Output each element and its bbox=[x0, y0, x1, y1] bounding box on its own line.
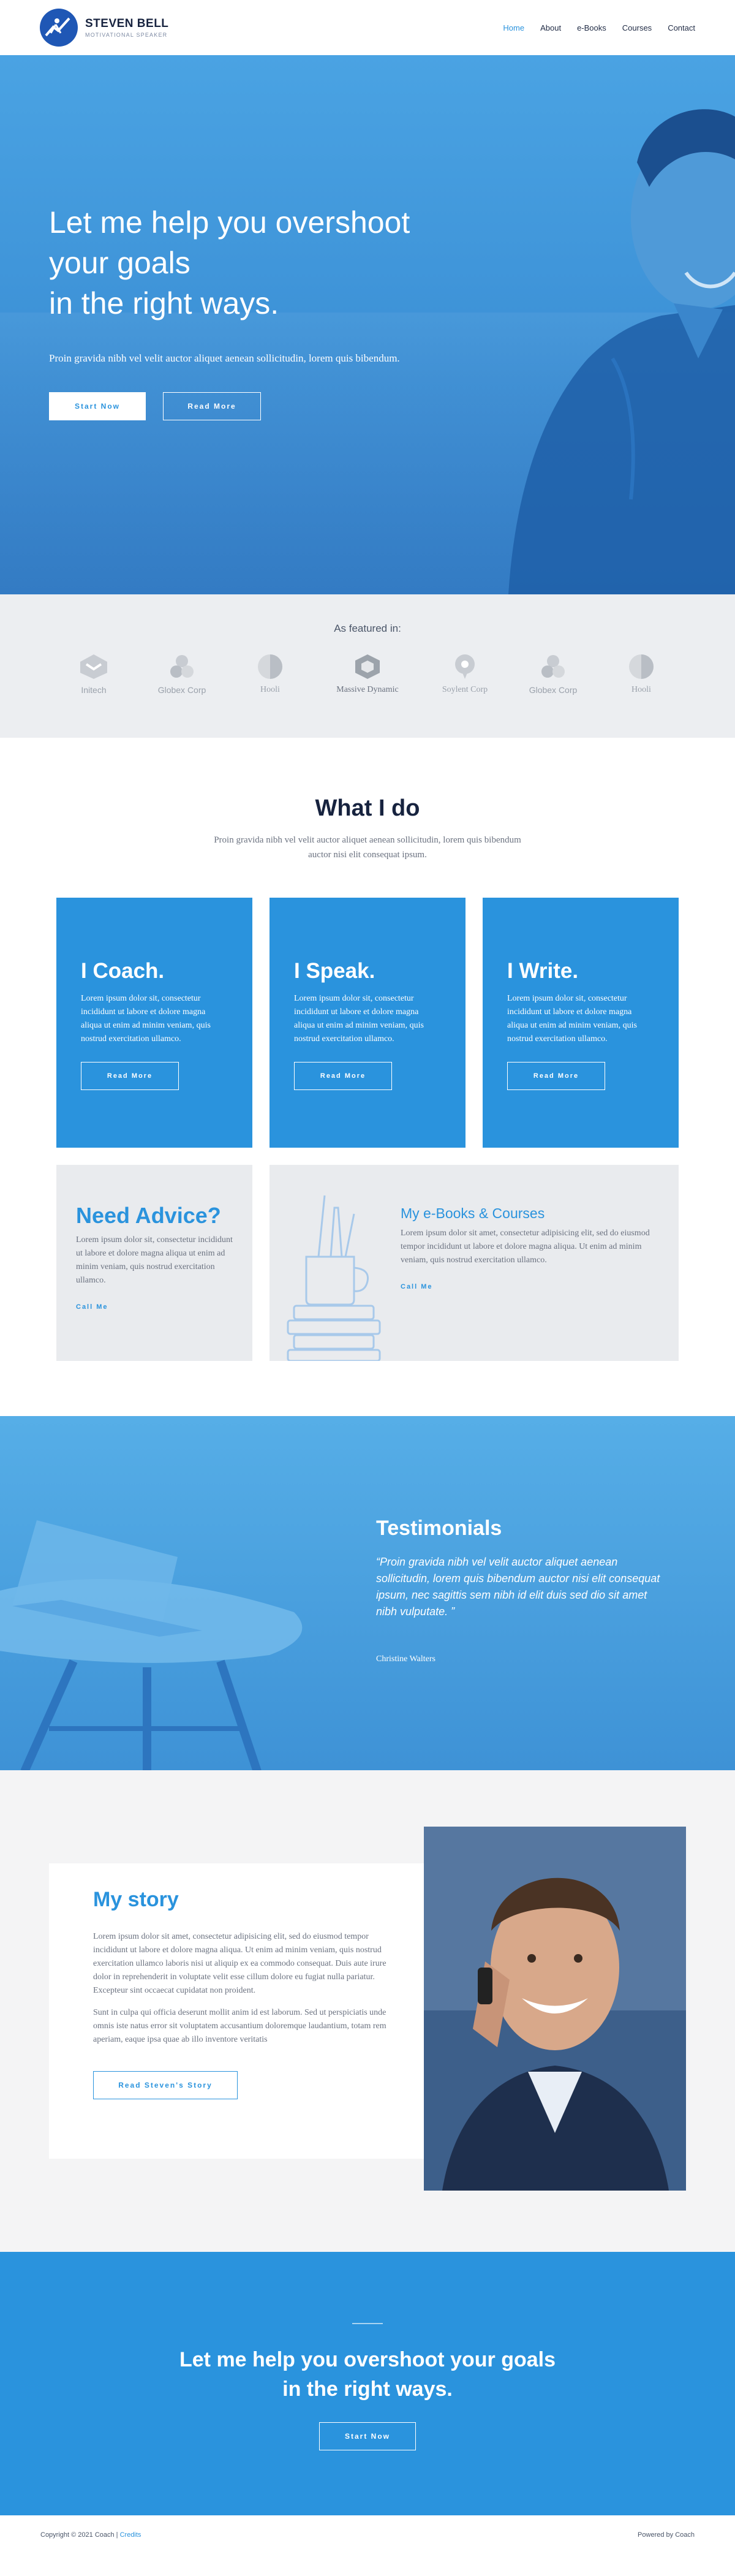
featured-title: As featured in: bbox=[334, 623, 401, 634]
story-box: My story Lorem ipsum dolor sit amet, con… bbox=[49, 1863, 429, 2159]
card-text: Lorem ipsum dolor sit, consectetur incid… bbox=[294, 994, 424, 1044]
globex-logo-icon bbox=[541, 655, 565, 678]
card-title: I Coach. bbox=[81, 959, 165, 983]
card-text: Lorem ipsum dolor sit, consectetur incid… bbox=[507, 994, 637, 1044]
logo-label: Initech bbox=[81, 685, 107, 695]
brand-text: STEVEN BELL MOTIVATIONAL SPEAKER bbox=[85, 17, 168, 38]
logo-label: Massive Dynamic bbox=[336, 685, 399, 694]
logo-label: Hooli bbox=[260, 685, 280, 694]
testimonials-section: Testimonials “Proin gravida nibh vel vel… bbox=[0, 1416, 735, 1770]
credits-link[interactable]: Credits bbox=[120, 2531, 141, 2539]
section-title: What I do bbox=[315, 795, 420, 821]
globex-logo-icon bbox=[170, 655, 194, 678]
brand-name: STEVEN BELL bbox=[85, 17, 169, 30]
brand-tagline: MOTIVATIONAL SPEAKER bbox=[85, 32, 168, 38]
logo-hooli: Hooli bbox=[243, 653, 298, 695]
testimonial-quote: “Proin gravida nibh vel velit auctor ali… bbox=[376, 1556, 660, 1618]
footer-copyright: Copyright © 2021 Coach | Credits bbox=[40, 2531, 141, 2539]
featured-section: As featured in: Initech Globex Corp Hool… bbox=[0, 594, 735, 738]
hero-title: Let me help you overshoot your goals in … bbox=[49, 202, 466, 324]
write-read-more-button[interactable]: Read More bbox=[507, 1062, 605, 1090]
logo-label: Hooli bbox=[631, 685, 651, 694]
nav-contact[interactable]: Contact bbox=[668, 23, 695, 32]
hero-subtitle: Proin gravida nibh vel velit auctor aliq… bbox=[49, 352, 400, 364]
secondary-cards: Need Advice? Lorem ipsum dolor sit, cons… bbox=[0, 1165, 735, 1361]
testimonials-title: Testimonials bbox=[376, 1517, 502, 1540]
hero-content: Let me help you overshoot your goals in … bbox=[49, 202, 466, 420]
story-paragraph-2: Sunt in culpa qui officia deserunt molli… bbox=[93, 2008, 386, 2044]
card-text: Lorem ipsum dolor sit, consectetur incid… bbox=[81, 994, 211, 1044]
logo-hooli-2: Hooli bbox=[614, 653, 669, 695]
testimonial-author: Christine Walters bbox=[376, 1654, 435, 1664]
start-now-button[interactable]: Start Now bbox=[49, 392, 146, 420]
section-subtitle: Proin gravida nibh vel velit auctor aliq… bbox=[214, 835, 521, 860]
advice-text: Lorem ipsum dolor sit, consectetur incid… bbox=[76, 1235, 233, 1285]
read-story-button[interactable]: Read Steven's Story bbox=[93, 2071, 238, 2099]
brand[interactable]: STEVEN BELL MOTIVATIONAL SPEAKER bbox=[40, 9, 168, 47]
card-speak: I Speak. Lorem ipsum dolor sit, consecte… bbox=[270, 898, 466, 1148]
hero-title-line1: Let me help you overshoot bbox=[49, 205, 410, 240]
logo-soylent: Soylent Corp bbox=[437, 653, 492, 695]
site-footer: Copyright © 2021 Coach | Credits Powered… bbox=[0, 2515, 735, 2555]
advice-call-me-link[interactable]: Call Me bbox=[76, 1303, 108, 1311]
featured-logos: Initech Globex Corp Hooli Massive Dynami… bbox=[0, 653, 735, 695]
logo-label: Globex Corp bbox=[529, 685, 578, 695]
what-i-do-section: What I do Proin gravida nibh vel velit a… bbox=[0, 738, 735, 1416]
cta-title-line2: in the right ways. bbox=[282, 2377, 453, 2401]
read-more-button[interactable]: Read More bbox=[163, 392, 261, 420]
speak-read-more-button[interactable]: Read More bbox=[294, 1062, 392, 1090]
cta-title-line1: Let me help you overshoot your goals bbox=[179, 2348, 556, 2371]
cta-section: Let me help you overshoot your goals in … bbox=[0, 2252, 735, 2515]
cta-divider bbox=[352, 2323, 383, 2324]
story-title: My story bbox=[93, 1888, 179, 1911]
main-nav: Home About e-Books Courses Contact bbox=[503, 23, 695, 32]
ebooks-title: My e-Books & Courses bbox=[401, 1205, 545, 1221]
coach-read-more-button[interactable]: Read More bbox=[81, 1062, 179, 1090]
testimonial-content: Testimonials “Proin gravida nibh vel vel… bbox=[376, 1517, 670, 1664]
initech-logo-icon bbox=[80, 654, 107, 679]
story-section: My story Lorem ipsum dolor sit amet, con… bbox=[0, 1770, 735, 2252]
logo-initech: Initech bbox=[66, 653, 121, 695]
logo-globex: Globex Corp bbox=[154, 653, 209, 695]
logo-massive-dynamic: Massive Dynamic bbox=[331, 653, 404, 695]
chair-laptop-image bbox=[0, 1520, 303, 1770]
hero-title-line2: your goals bbox=[49, 246, 190, 280]
copyright-text: Copyright © 2021 Coach | bbox=[40, 2531, 120, 2539]
advice-card: Need Advice? Lorem ipsum dolor sit, cons… bbox=[56, 1165, 252, 1361]
nav-ebooks[interactable]: e-Books bbox=[577, 23, 606, 32]
hero-person-image bbox=[508, 109, 735, 594]
books-mug-icon bbox=[287, 1195, 381, 1361]
story-paragraph-1: Lorem ipsum dolor sit amet, consectetur … bbox=[93, 1932, 386, 1995]
nav-home[interactable]: Home bbox=[503, 23, 524, 32]
hero-title-line3: in the right ways. bbox=[49, 286, 279, 320]
soylent-logo-icon bbox=[455, 654, 475, 679]
ebooks-text: Lorem ipsum dolor sit amet, consectetur … bbox=[401, 1229, 650, 1265]
service-cards: I Coach. Lorem ipsum dolor sit, consecte… bbox=[0, 898, 735, 1148]
nav-courses[interactable]: Courses bbox=[622, 23, 652, 32]
site-header: STEVEN BELL MOTIVATIONAL SPEAKER Home Ab… bbox=[0, 0, 735, 55]
ebooks-card: My e-Books & Courses Lorem ipsum dolor s… bbox=[270, 1165, 679, 1361]
card-title: I Speak. bbox=[294, 959, 375, 983]
hooli-logo-icon bbox=[629, 654, 654, 679]
nav-about[interactable]: About bbox=[540, 23, 561, 32]
story-photo bbox=[424, 1827, 686, 2191]
card-coach: I Coach. Lorem ipsum dolor sit, consecte… bbox=[56, 898, 252, 1148]
hooli-logo-icon bbox=[258, 654, 282, 679]
hero-section: Let me help you overshoot your goals in … bbox=[0, 55, 735, 594]
smiling-man-photo-icon bbox=[424, 1827, 686, 2191]
logo-globex-2: Globex Corp bbox=[526, 653, 581, 695]
logo-label: Globex Corp bbox=[157, 685, 206, 695]
cta-start-now-button[interactable]: Start Now bbox=[319, 2422, 416, 2450]
logo-label: Soylent Corp bbox=[442, 685, 488, 694]
logo-icon bbox=[40, 9, 78, 47]
ebooks-call-me-link[interactable]: Call Me bbox=[401, 1283, 433, 1290]
card-write: I Write. Lorem ipsum dolor sit, consecte… bbox=[483, 898, 679, 1148]
massive-dynamic-logo-icon bbox=[355, 654, 380, 679]
powered-by: Powered by Coach bbox=[638, 2531, 695, 2539]
ebooks-content: My e-Books & Courses Lorem ipsum dolor s… bbox=[401, 1205, 658, 1292]
card-title: I Write. bbox=[507, 959, 579, 983]
advice-title: Need Advice? bbox=[76, 1203, 221, 1228]
hero-buttons: Start Now Read More bbox=[49, 392, 466, 420]
cta-title: Let me help you overshoot your goals in … bbox=[0, 2345, 735, 2404]
